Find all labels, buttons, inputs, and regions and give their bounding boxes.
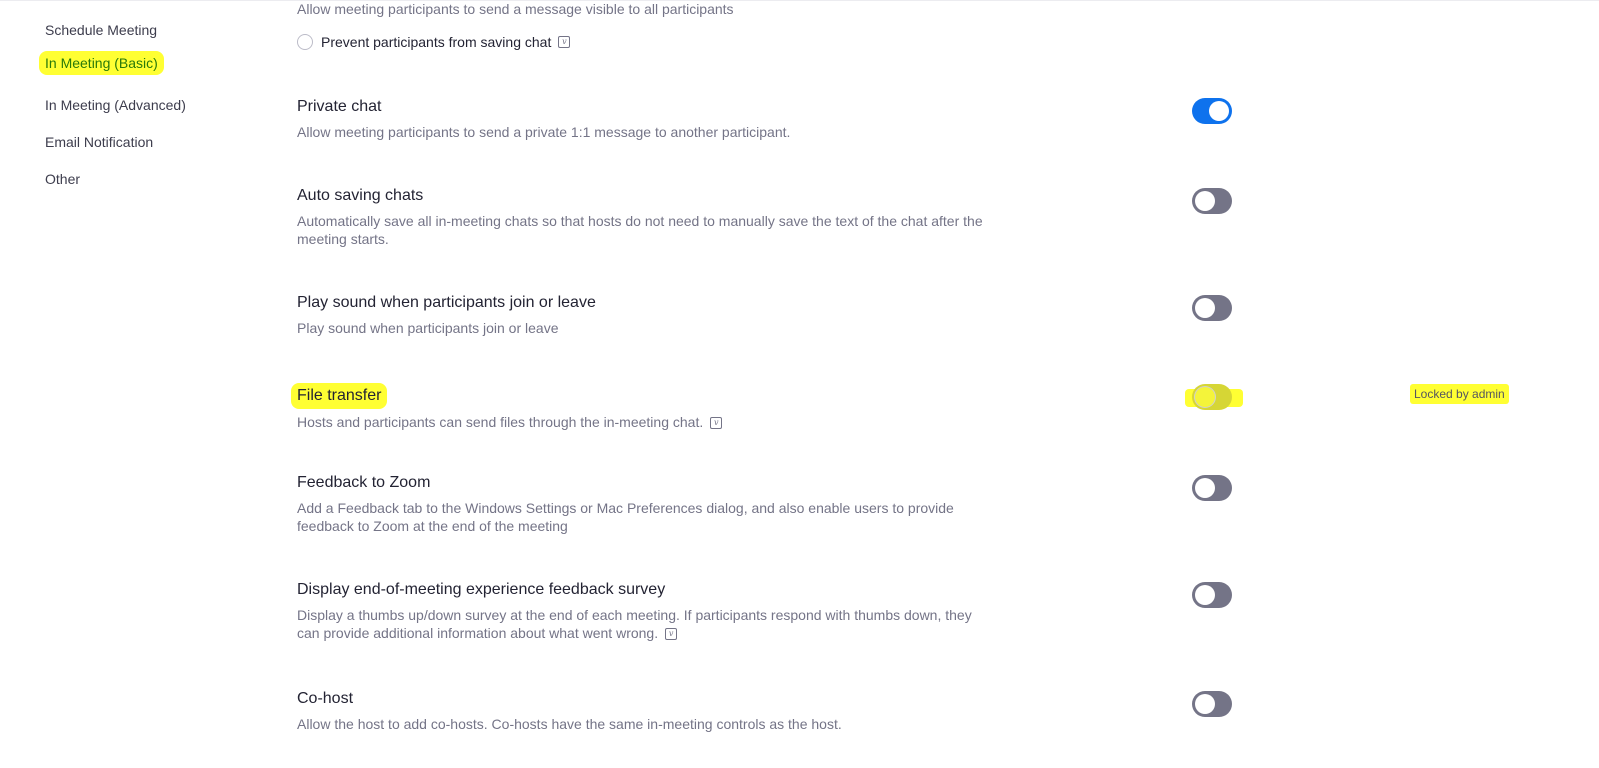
setting-end-of-meeting-survey: Display end-of-meeting experience feedba… <box>297 581 1557 642</box>
sidebar-item-email-notification[interactable]: Email Notification <box>45 134 153 150</box>
private-chat-toggle[interactable] <box>1192 98 1232 124</box>
setting-title: Auto saving chats <box>297 187 424 204</box>
toggle-knob <box>1195 478 1215 498</box>
setting-title: Feedback to Zoom <box>297 474 431 491</box>
setting-auto-saving-chats: Auto saving chats Automatically save all… <box>297 187 1557 248</box>
setting-private-chat: Private chat Allow meeting participants … <box>297 98 1557 141</box>
setting-title: Display end-of-meeting experience feedba… <box>297 581 666 598</box>
setting-play-sound: Play sound when participants join or lea… <box>297 294 1557 337</box>
sidebar-item-in-meeting-basic[interactable]: In Meeting (Basic) <box>39 51 164 75</box>
sidebar-item-in-meeting-advanced[interactable]: In Meeting (Advanced) <box>45 97 186 113</box>
prevent-saving-chat-label: Prevent participants from saving chat <box>321 34 552 50</box>
setting-description: Automatically save all in-meeting chats … <box>297 213 983 247</box>
prevent-saving-chat-checkbox[interactable] <box>297 34 313 50</box>
end-of-meeting-survey-toggle[interactable] <box>1192 582 1232 608</box>
chat-description: Allow meeting participants to send a mes… <box>297 1 734 17</box>
co-host-toggle[interactable] <box>1192 691 1232 717</box>
setting-description: Hosts and participants can send files th… <box>297 413 987 431</box>
toggle-knob <box>1195 694 1215 714</box>
sidebar-item-other[interactable]: Other <box>45 171 80 187</box>
setting-description-text: Display a thumbs up/down survey at the e… <box>297 607 972 641</box>
setting-title: Co-host <box>297 690 354 707</box>
sidebar-item-schedule-meeting[interactable]: Schedule Meeting <box>45 22 157 38</box>
setting-description-text: Hosts and participants can send files th… <box>297 414 704 430</box>
file-transfer-toggle[interactable] <box>1192 384 1232 410</box>
v-info-icon[interactable]: v <box>665 628 678 641</box>
settings-list: Allow meeting participants to send a mes… <box>291 1 1557 768</box>
setting-file-transfer: File transfer Hosts and participants can… <box>291 383 1557 431</box>
setting-description: Play sound when participants join or lea… <box>297 320 559 336</box>
feedback-to-zoom-toggle[interactable] <box>1192 475 1232 501</box>
setting-description: Allow meeting participants to send a pri… <box>297 124 791 140</box>
locked-by-admin-label: Locked by admin <box>1410 384 1509 404</box>
toggle-knob <box>1195 585 1215 605</box>
setting-title: Private chat <box>297 98 382 115</box>
setting-description: Display a thumbs up/down survey at the e… <box>297 606 987 642</box>
setting-description: Allow the host to add co-hosts. Co-hosts… <box>297 716 842 732</box>
prevent-saving-chat-row: Prevent participants from saving chat v <box>297 34 571 50</box>
sidebar-item-label: In Meeting (Basic) <box>39 51 164 75</box>
setting-description: Add a Feedback tab to the Windows Settin… <box>297 500 954 534</box>
setting-co-host: Co-host Allow the host to add co-hosts. … <box>297 690 1557 733</box>
settings-page: Schedule Meeting In Meeting (Basic) In M… <box>0 0 1599 768</box>
setting-title: File transfer <box>291 383 388 409</box>
toggle-knob <box>1209 101 1229 121</box>
setting-title: Play sound when participants join or lea… <box>297 294 596 311</box>
v-info-icon[interactable]: v <box>558 36 571 48</box>
toggle-knob <box>1195 191 1215 211</box>
play-sound-toggle[interactable] <box>1192 295 1232 321</box>
toggle-knob <box>1195 298 1215 318</box>
settings-sidebar: Schedule Meeting In Meeting (Basic) In M… <box>0 1 260 768</box>
toggle-knob <box>1195 387 1215 407</box>
setting-feedback-to-zoom: Feedback to Zoom Add a Feedback tab to t… <box>297 474 1557 535</box>
auto-saving-chats-toggle[interactable] <box>1192 188 1232 214</box>
v-info-icon[interactable]: v <box>710 417 723 430</box>
